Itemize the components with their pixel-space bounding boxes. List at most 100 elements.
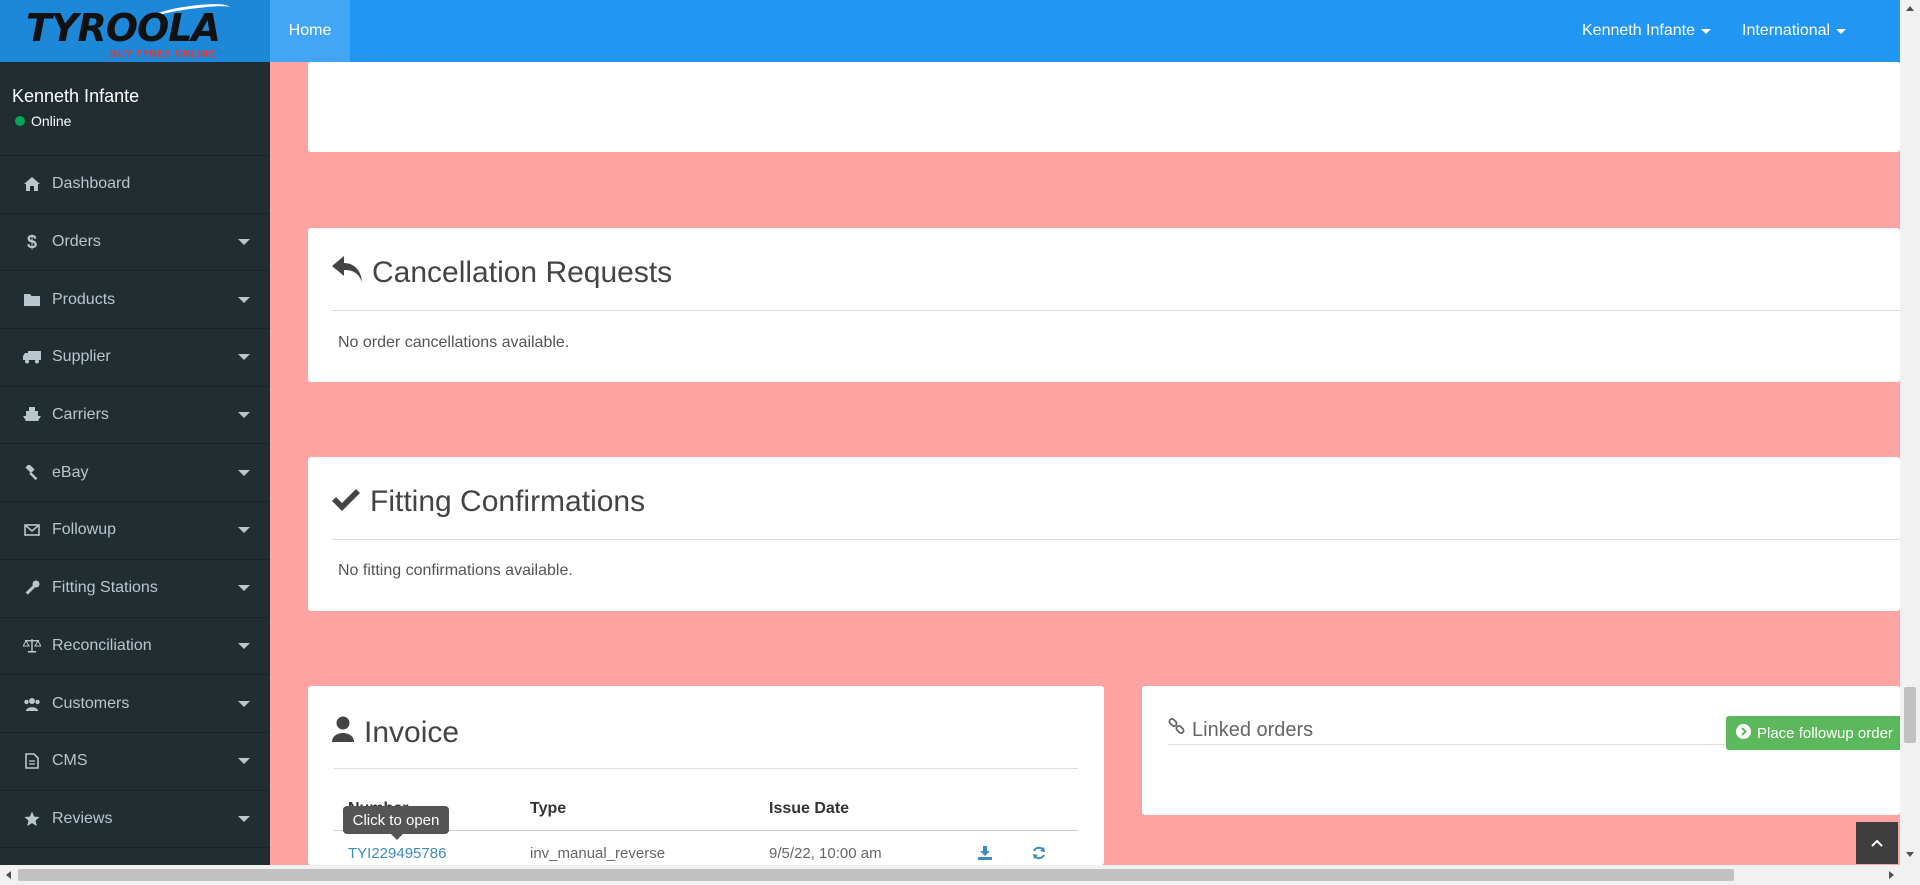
fitting-empty-text: No fitting confirmations available.: [338, 562, 573, 579]
cancellation-requests-title: Cancellation Requests: [372, 256, 673, 289]
caret-down-icon: [1836, 28, 1847, 34]
cancellation-requests-box: Cancellation Requests No order cancellat…: [308, 228, 1900, 382]
back-to-top-button[interactable]: [1856, 822, 1898, 864]
sidebar-item-cms[interactable]: CMS: [0, 733, 270, 791]
horizontal-scroll-thumb[interactable]: [18, 869, 1734, 881]
scroll-up-icon[interactable]: [1906, 6, 1914, 11]
ship-icon: [22, 407, 42, 423]
file-icon: [22, 753, 42, 770]
gavel-icon: [22, 464, 42, 481]
star-icon: [22, 811, 42, 827]
sidebar-item-label: Fitting Stations: [52, 579, 158, 597]
caret-down-icon: [238, 354, 250, 361]
invoice-issue-date: 9/5/22, 10:00 am: [769, 845, 882, 862]
logo-subtext: BUY TYRES ONLINE: [110, 49, 216, 60]
download-icon[interactable]: [978, 846, 992, 865]
cancellation-requests-header: Cancellation Requests: [332, 256, 672, 290]
balance-scale-icon: [22, 638, 42, 653]
region-menu-dropdown[interactable]: International: [1742, 0, 1847, 62]
sidebar-item-followup[interactable]: Followup: [0, 502, 270, 560]
sidebar-item-carriers[interactable]: Carriers: [0, 387, 270, 445]
tooltip: Click to open: [343, 806, 449, 840]
invoice-header: Invoice: [332, 716, 459, 750]
invoice-type: inv_manual_reverse: [530, 845, 666, 862]
user-panel: Kenneth Infante Online: [0, 62, 270, 156]
vertical-scrollbar[interactable]: [1900, 0, 1920, 865]
scroll-left-icon[interactable]: [6, 871, 11, 879]
sidebar-item-label: Orders: [52, 233, 101, 251]
caret-down-icon: [238, 296, 250, 303]
sidebar-item-customers[interactable]: Customers: [0, 675, 270, 733]
link-icon: [1168, 718, 1186, 742]
column-header-type[interactable]: Type: [530, 800, 566, 818]
user-menu-dropdown[interactable]: Kenneth Infante: [1582, 0, 1711, 62]
invoice-number-link[interactable]: TYI229495786: [348, 845, 446, 862]
sidebar-item-dashboard[interactable]: Dashboard: [0, 156, 270, 214]
online-status-icon: [15, 116, 25, 126]
sidebar-item-label: Reviews: [52, 809, 113, 827]
fitting-confirmations-header: Fitting Confirmations: [332, 485, 645, 519]
caret-down-icon: [238, 758, 250, 765]
linked-orders-header: Linked orders: [1168, 718, 1313, 742]
divider: [334, 768, 1078, 769]
user-menu-label: Kenneth Infante: [1582, 22, 1695, 39]
column-header-issue-date[interactable]: Issue Date: [769, 800, 849, 818]
reply-icon: [332, 256, 362, 290]
caret-down-icon: [238, 642, 250, 649]
truck-icon: [22, 350, 42, 364]
logo-text: TYROOLA: [26, 6, 221, 50]
sidebar-item-label: Customers: [52, 694, 130, 712]
caret-down-icon: [1700, 28, 1711, 34]
fitting-confirmations-box: Fitting Confirmations No fitting confirm…: [308, 457, 1900, 611]
envelope-icon: [22, 524, 42, 537]
chevron-up-icon: [1871, 834, 1883, 852]
user-status: Online: [12, 113, 270, 129]
sidebar-item-label: eBay: [52, 463, 89, 481]
caret-down-icon: [238, 469, 250, 476]
sidebar-item-label: Supplier: [52, 348, 111, 366]
sidebar-item-label: Followup: [52, 521, 117, 539]
scroll-right-icon[interactable]: [1889, 871, 1894, 879]
sidebar-item-label: Products: [52, 290, 116, 308]
sidebar-item-products[interactable]: Products: [0, 271, 270, 330]
invoice-title: Invoice: [364, 716, 460, 749]
invoice-box: Invoice Number Type Issue Date TYI229495…: [308, 686, 1104, 865]
users-icon: [22, 697, 42, 711]
wrench-icon: [22, 580, 42, 596]
chevron-circle-right-icon: [1736, 723, 1751, 743]
caret-down-icon: [238, 700, 250, 707]
caret-down-icon: [238, 412, 250, 419]
caret-down-icon: [238, 585, 250, 592]
sidebar-item-label: Carriers: [52, 406, 109, 424]
refresh-icon[interactable]: [1032, 846, 1046, 865]
sidebar-item-fitting-stations[interactable]: Fitting Stations: [0, 560, 270, 618]
dollar-icon: $: [26, 231, 37, 252]
sidebar-item-label: Dashboard: [52, 175, 131, 193]
folder-icon: [22, 293, 42, 307]
sidebar-item-label: Reconciliation: [52, 636, 152, 654]
nav-home-link[interactable]: Home: [270, 0, 350, 62]
place-followup-order-button[interactable]: Place followup order: [1726, 716, 1900, 750]
top-navbar: TYROOLA BUY TYRES ONLINE Home Kenneth In…: [0, 0, 1900, 62]
linked-orders-box: Linked orders: [1142, 686, 1900, 815]
sidebar-item-orders[interactable]: $ Orders: [0, 214, 270, 272]
vertical-scroll-thumb[interactable]: [1904, 687, 1916, 743]
horizontal-scrollbar[interactable]: [0, 865, 1920, 885]
fitting-confirmations-title: Fitting Confirmations: [370, 485, 646, 518]
divider: [332, 539, 1900, 540]
top-partial-box: [308, 62, 1900, 152]
sidebar-item-reviews[interactable]: Reviews: [0, 791, 270, 849]
logo[interactable]: TYROOLA BUY TYRES ONLINE: [0, 0, 270, 62]
scroll-down-icon[interactable]: [1906, 852, 1914, 857]
divider: [332, 310, 1900, 311]
place-followup-order-label: Place followup order: [1757, 724, 1893, 742]
caret-down-icon: [238, 239, 250, 246]
user-icon: [332, 716, 354, 750]
sidebar-item-supplier[interactable]: Supplier: [0, 329, 270, 387]
cancellation-empty-text: No order cancellations available.: [338, 334, 570, 351]
sidebar-item-reconciliation[interactable]: Reconciliation: [0, 618, 270, 676]
sidebar-item-ebay[interactable]: eBay: [0, 444, 270, 503]
home-icon: [22, 177, 42, 192]
user-status-label: Online: [31, 113, 72, 129]
caret-down-icon: [238, 527, 250, 534]
